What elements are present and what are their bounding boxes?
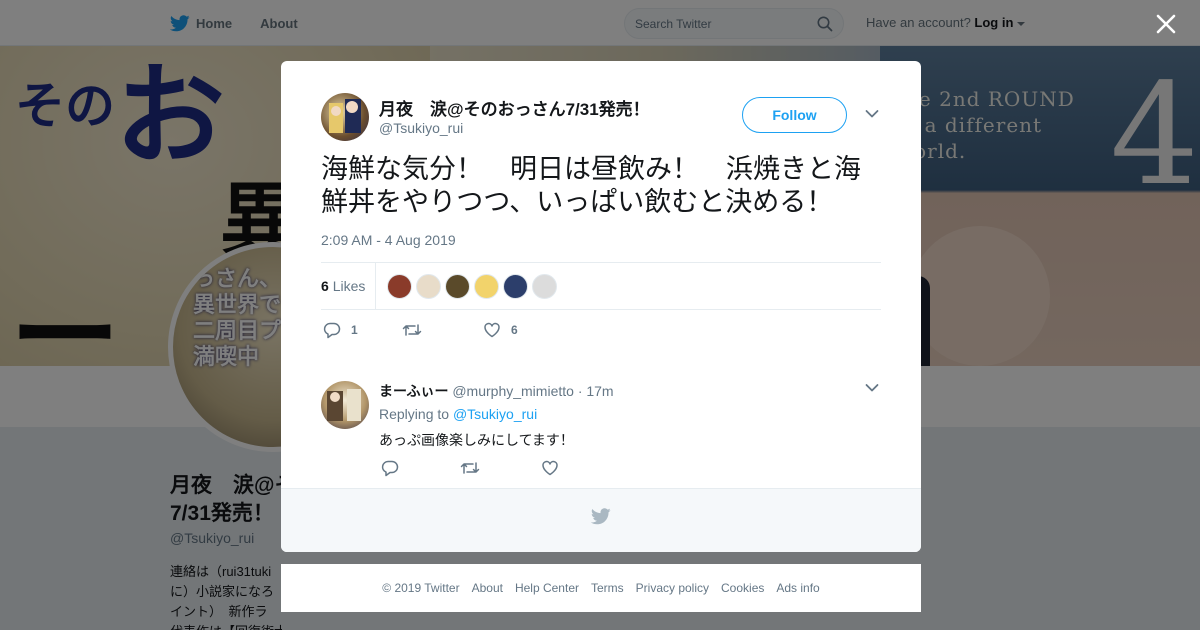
retweet-icon[interactable] [460,459,480,477]
reply-author-name[interactable]: まーふぃー [379,383,448,399]
reply-time[interactable]: · 17m [578,383,614,399]
likes-count-label: Likes [332,278,366,294]
like-action[interactable]: 6 [483,321,518,339]
tweet-author-handle[interactable]: @Tsukiyo_rui [379,120,463,136]
tweet-author-name[interactable]: 月夜 涙@そのおっさん7/31発売！ [379,95,650,120]
reply-author-handle[interactable]: @murphy_mimietto [452,383,574,399]
liker-avatars [387,274,561,299]
liker-avatar[interactable] [387,274,412,299]
heart-icon [484,322,500,338]
liker-avatar[interactable] [445,274,470,299]
liker-avatar[interactable] [474,274,499,299]
heart-icon[interactable] [541,459,559,477]
liker-avatar[interactable] [503,274,528,299]
reply-header: まーふぃー @murphy_mimietto · 17m [379,381,614,401]
reply-avatar-art [327,389,361,421]
reply-author-avatar[interactable] [321,381,369,429]
reply-icon [323,322,341,339]
tweet-timestamp[interactable]: 2:09 AM - 4 Aug 2019 [321,232,456,248]
reply-count: 1 [351,323,358,337]
footer-link-terms[interactable]: Terms [591,581,624,595]
likes-count-value: 6 [321,278,329,294]
reply-text: あっぷ画像楽しみにしてます！ [379,433,574,449]
footer-link-help-center[interactable]: Help Center [515,581,579,595]
retweet-action[interactable] [402,321,432,339]
footer-link-ads-info[interactable]: Ads info [776,581,819,595]
replying-to-label: Replying to [379,406,450,422]
replying-to: Replying to @Tsukiyo_rui [379,406,537,422]
tweet-text: 海鮮な気分！ 明日は昼飲み！ 浜焼きと海鮮丼をやりつつ、いっぱい飲むと決める！ [321,154,861,218]
follow-button[interactable]: Follow [742,97,847,133]
avatar-art [329,99,361,133]
twitter-bird-icon [591,508,611,525]
footer-link-about[interactable]: About [472,581,503,595]
like-count: 6 [511,323,518,337]
tweet-modal: 月夜 涙@そのおっさん7/31発売！ @Tsukiyo_rui Follow 海… [281,61,921,552]
reply-icon[interactable] [381,459,399,477]
footer-link-cookies[interactable]: Cookies [721,581,764,595]
tweet-stats: 6 Likes [321,262,881,310]
reply-action[interactable]: 1 [323,321,358,339]
modal-footer [281,488,921,552]
chevron-down-icon[interactable] [865,109,879,119]
chevron-down-icon[interactable] [865,383,879,393]
tweet-author-avatar[interactable] [321,93,369,141]
reply-actions [381,459,581,479]
stats-divider [375,263,376,310]
retweet-icon [402,324,422,336]
close-icon[interactable] [1154,12,1178,36]
liker-avatar[interactable] [532,274,557,299]
footer-copyright[interactable]: © 2019 Twitter [382,581,459,595]
liker-avatar[interactable] [416,274,441,299]
replying-to-handle[interactable]: @Tsukiyo_rui [453,406,537,422]
page-footer: © 2019 Twitter About Help Center Terms P… [281,564,921,612]
footer-link-privacy[interactable]: Privacy policy [636,581,709,595]
tweet-actions: 1 6 [321,321,881,343]
likes-stat[interactable]: 6 Likes [321,278,365,294]
